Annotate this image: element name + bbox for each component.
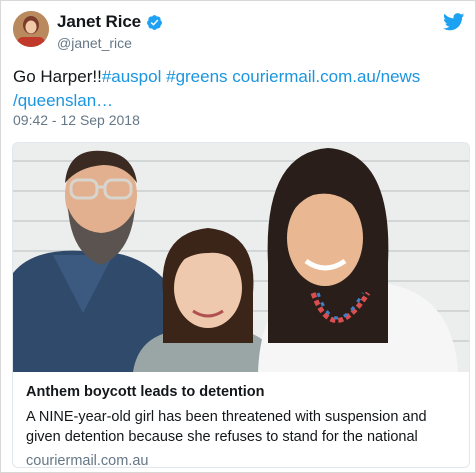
tweet-link-line1: couriermail.com.au/news [232,67,421,86]
tweet-embed: Janet Rice @janet_rice Go Harper!!#auspo… [0,0,476,473]
author-name-row: Janet Rice [57,12,163,32]
card-domain: couriermail.com.au [26,453,149,468]
author-avatar[interactable] [13,11,49,47]
card-title[interactable]: Anthem boycott leads to detention [26,383,459,401]
author-handle[interactable]: @janet_rice [57,35,163,51]
card-description: A NINE-year-old girl has been threatened… [26,409,427,445]
tweet-text: Go Harper!!#auspol #greens couriermail.c… [13,65,465,113]
verified-badge-icon [146,14,163,31]
link-card[interactable]: Anthem boycott leads to detention A NINE… [12,142,470,468]
tweet-link-line2: /queenslan… [13,91,114,110]
card-body: Anthem boycott leads to detention A NINE… [13,372,469,468]
card-image[interactable] [13,143,469,372]
author-name[interactable]: Janet Rice [57,12,141,32]
tweet-timestamp[interactable]: 09:42 - 12 Sep 2018 [13,112,140,128]
twitter-bird-icon[interactable] [443,13,465,31]
tweet-text-prefix: Go Harper!! [13,67,102,86]
hashtag-greens[interactable]: #greens [166,67,227,86]
author-block: Janet Rice @janet_rice [57,12,163,51]
hashtag-auspol[interactable]: #auspol [102,67,162,86]
